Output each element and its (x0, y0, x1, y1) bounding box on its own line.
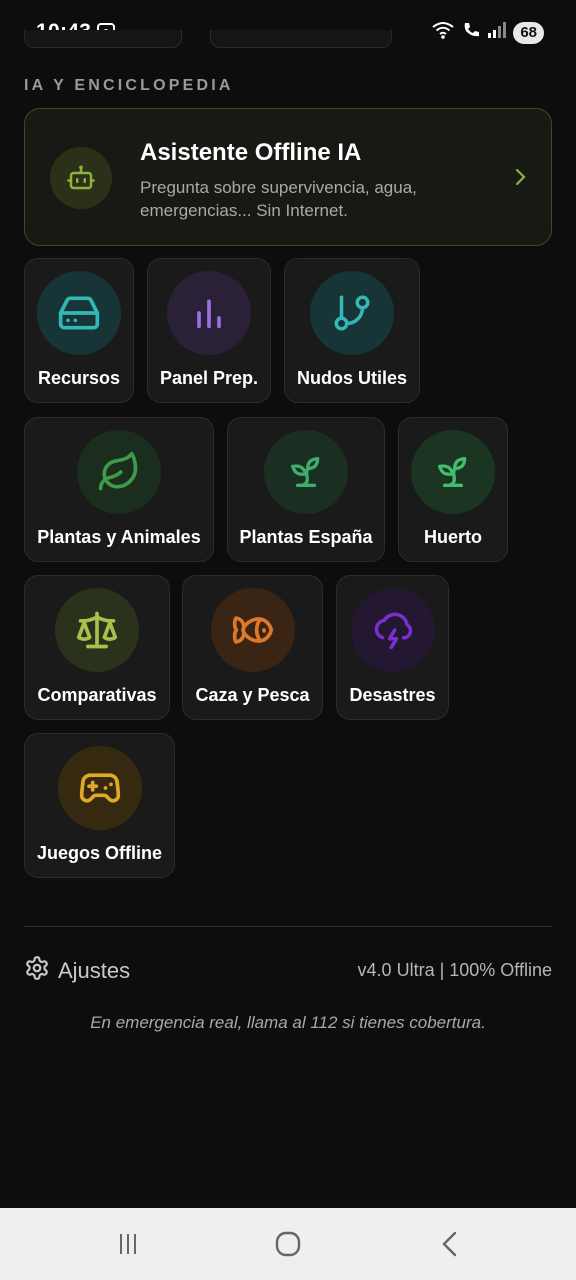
divider (24, 926, 552, 927)
section-title: IA Y ENCICLOPEDIA (24, 77, 234, 94)
ai-assistant-card[interactable]: Asistente Offline IA Pregunta sobre supe… (24, 108, 552, 246)
bar-chart-icon (167, 271, 251, 355)
tile-label: Panel Prep. (159, 368, 259, 388)
settings-label: Ajustes (58, 957, 131, 983)
leaf-icon (77, 430, 161, 514)
tile-juegos-offline[interactable]: Juegos Offline (24, 733, 175, 878)
tile-label: Nudos Utiles (296, 368, 407, 388)
tile-comparativas[interactable]: Comparativas (24, 575, 170, 720)
tile-label: Caza y Pesca (195, 685, 310, 705)
clipped-tile[interactable] (210, 30, 392, 48)
tile-label: Plantas y Animales (37, 527, 201, 547)
signal-icon (487, 21, 507, 44)
tile-recursos[interactable]: Recursos (24, 258, 134, 403)
tile-huerto[interactable]: Huerto (398, 417, 508, 562)
tile-desastres[interactable]: Desastres (336, 575, 449, 720)
storage-icon (37, 271, 121, 355)
settings-link[interactable]: Ajustes (24, 955, 130, 986)
tile-label: Huerto (424, 527, 482, 547)
ai-assistant-title: Asistente Offline IA (140, 139, 362, 166)
tile-label: Plantas España (239, 527, 373, 547)
tile-caza-pesca[interactable]: Caza y Pesca (182, 575, 323, 720)
storm-icon (350, 588, 435, 672)
volte-call-icon (461, 20, 481, 45)
robot-icon (50, 147, 112, 209)
sprout-icon (264, 430, 348, 514)
branch-icon (310, 271, 394, 355)
back-icon (442, 1231, 457, 1257)
chevron-right-icon (515, 167, 527, 192)
battery-level: 68 (513, 21, 544, 44)
sprout-icon (411, 430, 495, 514)
tile-plantas-animales[interactable]: Plantas y Animales (24, 417, 214, 562)
scale-icon (55, 588, 139, 672)
home-icon (275, 1231, 301, 1257)
wifi-icon (431, 20, 455, 45)
status-icons: 68 (431, 20, 544, 45)
gear-icon (24, 955, 50, 986)
ai-assistant-description: Pregunta sobre supervivencia, agua, emer… (140, 178, 417, 220)
tile-panel-prep[interactable]: Panel Prep. (147, 258, 271, 403)
navigation-bar (0, 1208, 576, 1280)
emergency-disclaimer: En emergencia real, llama al 112 si tien… (90, 1013, 486, 1032)
recent-apps-icon (120, 1234, 136, 1254)
home-button[interactable] (268, 1228, 308, 1260)
recent-apps-button[interactable] (108, 1228, 148, 1260)
version-text: v4.0 Ultra | 100% Offline (357, 960, 552, 980)
tile-label: Recursos (37, 368, 121, 388)
tile-plantas-espana[interactable]: Plantas España (227, 417, 385, 562)
clipped-tile[interactable] (24, 30, 182, 48)
tile-nudos-utiles[interactable]: Nudos Utiles (284, 258, 420, 403)
tile-label: Comparativas (37, 685, 157, 705)
tile-label: Juegos Offline (36, 843, 162, 863)
tile-label: Desastres (349, 685, 436, 705)
back-button[interactable] (430, 1228, 470, 1260)
fish-icon (210, 588, 295, 672)
gamepad-icon (57, 746, 142, 830)
